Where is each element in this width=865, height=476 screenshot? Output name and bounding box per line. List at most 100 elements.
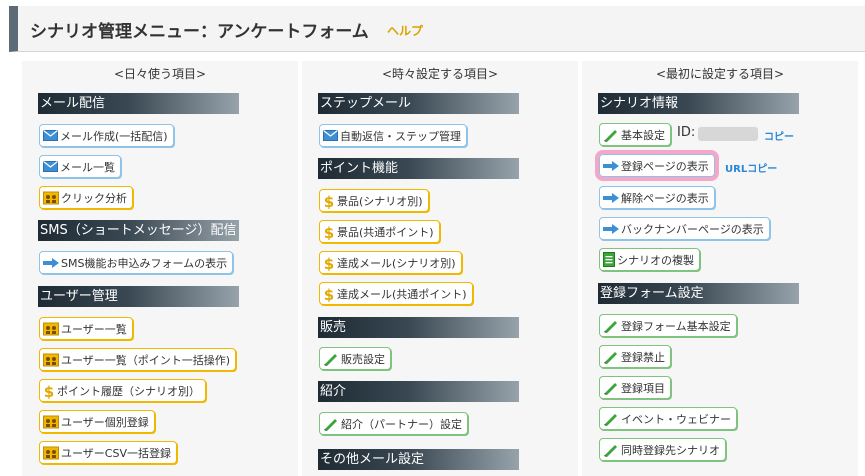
arrow-right-icon (603, 223, 619, 234)
user-list-points-button[interactable]: ユーザー一覧（ポイント一括操作) (39, 348, 237, 371)
show-register-page-label: 登録ページの表示 (621, 159, 709, 173)
people-icon (43, 191, 59, 205)
auto-reply-button[interactable]: 自動返信・ステップ管理 (319, 124, 467, 147)
click-analysis-label: クリック分析 (61, 191, 127, 205)
pencil-icon (603, 412, 619, 426)
referral-settings-label: 紹介（パートナー）設定 (341, 417, 462, 431)
prize-scenario-button[interactable]: $ 景品(シナリオ別) (319, 189, 429, 212)
achieve-scenario-label: 達成メール(シナリオ別) (337, 256, 456, 270)
document-icon (603, 252, 615, 267)
simultaneous-register-label: 同時登録先シナリオ (621, 443, 720, 457)
mail-list-button[interactable]: メール一覧 (39, 155, 121, 178)
show-cancel-page-label: 解除ページの表示 (621, 191, 709, 205)
pencil-icon (603, 350, 619, 364)
achieve-common-label: 達成メール(共通ポイント) (337, 287, 467, 301)
section-points: ポイント機能 (318, 158, 519, 179)
event-webinar-label: イベント・ウェビナー (621, 412, 731, 426)
people-icon (43, 353, 59, 367)
section-scenario-info: シナリオ情報 (598, 93, 799, 114)
referral-settings-button[interactable]: 紹介（パートナー）設定 (319, 412, 468, 435)
user-list-points-label: ユーザー一覧（ポイント一括操作) (61, 353, 231, 367)
achieve-common-button[interactable]: $ 達成メール(共通ポイント) (319, 282, 473, 305)
dollar-icon: $ (323, 286, 335, 302)
auto-reply-label: 自動返信・ステップ管理 (340, 129, 461, 143)
duplicate-scenario-button[interactable]: シナリオの複製 (599, 248, 700, 271)
sms-form-button[interactable]: SMS機能お申込みフォームの表示 (39, 251, 234, 274)
scenario-id-value (698, 127, 758, 141)
achieve-scenario-button[interactable]: $ 達成メール(シナリオ別) (319, 251, 462, 274)
svg-text:$: $ (324, 286, 334, 302)
event-webinar-button[interactable]: イベント・ウェビナー (599, 407, 737, 430)
dollar-icon: $ (323, 193, 335, 209)
duplicate-scenario-label: シナリオの複製 (617, 253, 694, 267)
section-step-mail: ステップメール (318, 93, 519, 114)
register-items-label: 登録項目 (621, 381, 665, 395)
click-analysis-button[interactable]: クリック分析 (39, 186, 133, 209)
user-csv-button[interactable]: ユーザーCSV一括登録 (39, 441, 177, 464)
basic-settings-label: 基本設定 (621, 128, 665, 142)
people-icon (43, 322, 59, 336)
register-ban-button[interactable]: 登録禁止 (599, 345, 671, 368)
column-title: <時々設定する項目> (381, 67, 499, 81)
mail-create-button[interactable]: メール作成(一括配信) (39, 124, 174, 147)
prize-common-button[interactable]: $ 景品(共通ポイント) (319, 220, 440, 243)
help-link[interactable]: ヘルプ (387, 22, 423, 39)
section-user-management: ユーザー管理 (38, 286, 239, 307)
pencil-icon (603, 443, 619, 457)
show-backnumber-label: バックナンバーページの表示 (621, 222, 764, 236)
pencil-icon (603, 128, 619, 142)
section-other-mail: その他メール設定 (318, 449, 519, 470)
arrow-right-icon (603, 160, 619, 171)
column-title: <日々使う項目> (113, 67, 207, 81)
envelope-icon (43, 161, 58, 172)
user-list-label: ユーザー一覧 (61, 322, 127, 336)
user-register-button[interactable]: ユーザー個別登録 (39, 410, 155, 433)
page-title: シナリオ管理メニュー：アンケートフォーム (30, 22, 369, 42)
point-history-label: ポイント履歴（シナリオ別） (57, 384, 200, 398)
sales-settings-button[interactable]: 販売設定 (319, 347, 391, 370)
people-icon (43, 446, 59, 460)
column-occasional: <時々設定する項目> ステップメール 自動返信・ステップ管理 ポイント機能 $ … (302, 61, 578, 476)
section-referral: 紹介 (318, 381, 519, 402)
column-daily: <日々使う項目> メール配信 メール作成(一括配信) メール一覧 クリック分析 … (22, 61, 298, 476)
section-mail-delivery: メール配信 (38, 93, 239, 114)
column-initial: <最初に設定する項目> シナリオ情報 基本設定 ID: コピー 登録ページの表示… (582, 61, 858, 476)
dollar-icon: $ (323, 255, 335, 271)
register-ban-label: 登録禁止 (621, 350, 665, 364)
register-items-button[interactable]: 登録項目 (599, 376, 671, 399)
prize-common-label: 景品(共通ポイント) (337, 225, 434, 239)
svg-text:$: $ (324, 224, 334, 240)
pencil-icon (323, 352, 339, 366)
form-basic-button[interactable]: 登録フォーム基本設定 (599, 314, 737, 337)
user-register-label: ユーザー個別登録 (61, 415, 149, 429)
dollar-icon: $ (323, 224, 335, 240)
pencil-icon (603, 381, 619, 395)
form-basic-label: 登録フォーム基本設定 (621, 319, 731, 333)
column-title: <最初に設定する項目> (655, 67, 785, 81)
copy-id-link[interactable]: コピー (764, 128, 794, 143)
svg-text:$: $ (324, 193, 334, 209)
mail-list-label: メール一覧 (60, 160, 115, 174)
page-header: シナリオ管理メニュー：アンケートフォーム ヘルプ (9, 6, 865, 52)
people-icon (43, 415, 59, 429)
sms-form-label: SMS機能お申込みフォームの表示 (61, 256, 228, 270)
basic-settings-button[interactable]: 基本設定 (599, 123, 671, 146)
show-backnumber-button[interactable]: バックナンバーページの表示 (599, 217, 770, 240)
sales-settings-label: 販売設定 (341, 352, 385, 366)
section-form-settings: 登録フォーム設定 (598, 283, 799, 304)
prize-scenario-label: 景品(シナリオ別) (337, 194, 423, 208)
user-list-button[interactable]: ユーザー一覧 (39, 317, 133, 340)
envelope-icon (323, 130, 338, 141)
url-copy-link[interactable]: URLコピー (725, 160, 777, 175)
simultaneous-register-button[interactable]: 同時登録先シナリオ (599, 438, 726, 461)
pencil-icon (603, 319, 619, 333)
svg-text:$: $ (44, 383, 54, 399)
show-cancel-page-button[interactable]: 解除ページの表示 (599, 186, 715, 209)
pencil-icon (323, 417, 339, 431)
envelope-icon (43, 130, 58, 141)
show-register-page-button[interactable]: 登録ページの表示 (595, 150, 719, 181)
point-history-button[interactable]: $ ポイント履歴（シナリオ別） (39, 379, 206, 402)
section-sales: 販売 (318, 317, 519, 338)
svg-text:$: $ (324, 255, 334, 271)
arrow-right-icon (43, 257, 59, 268)
